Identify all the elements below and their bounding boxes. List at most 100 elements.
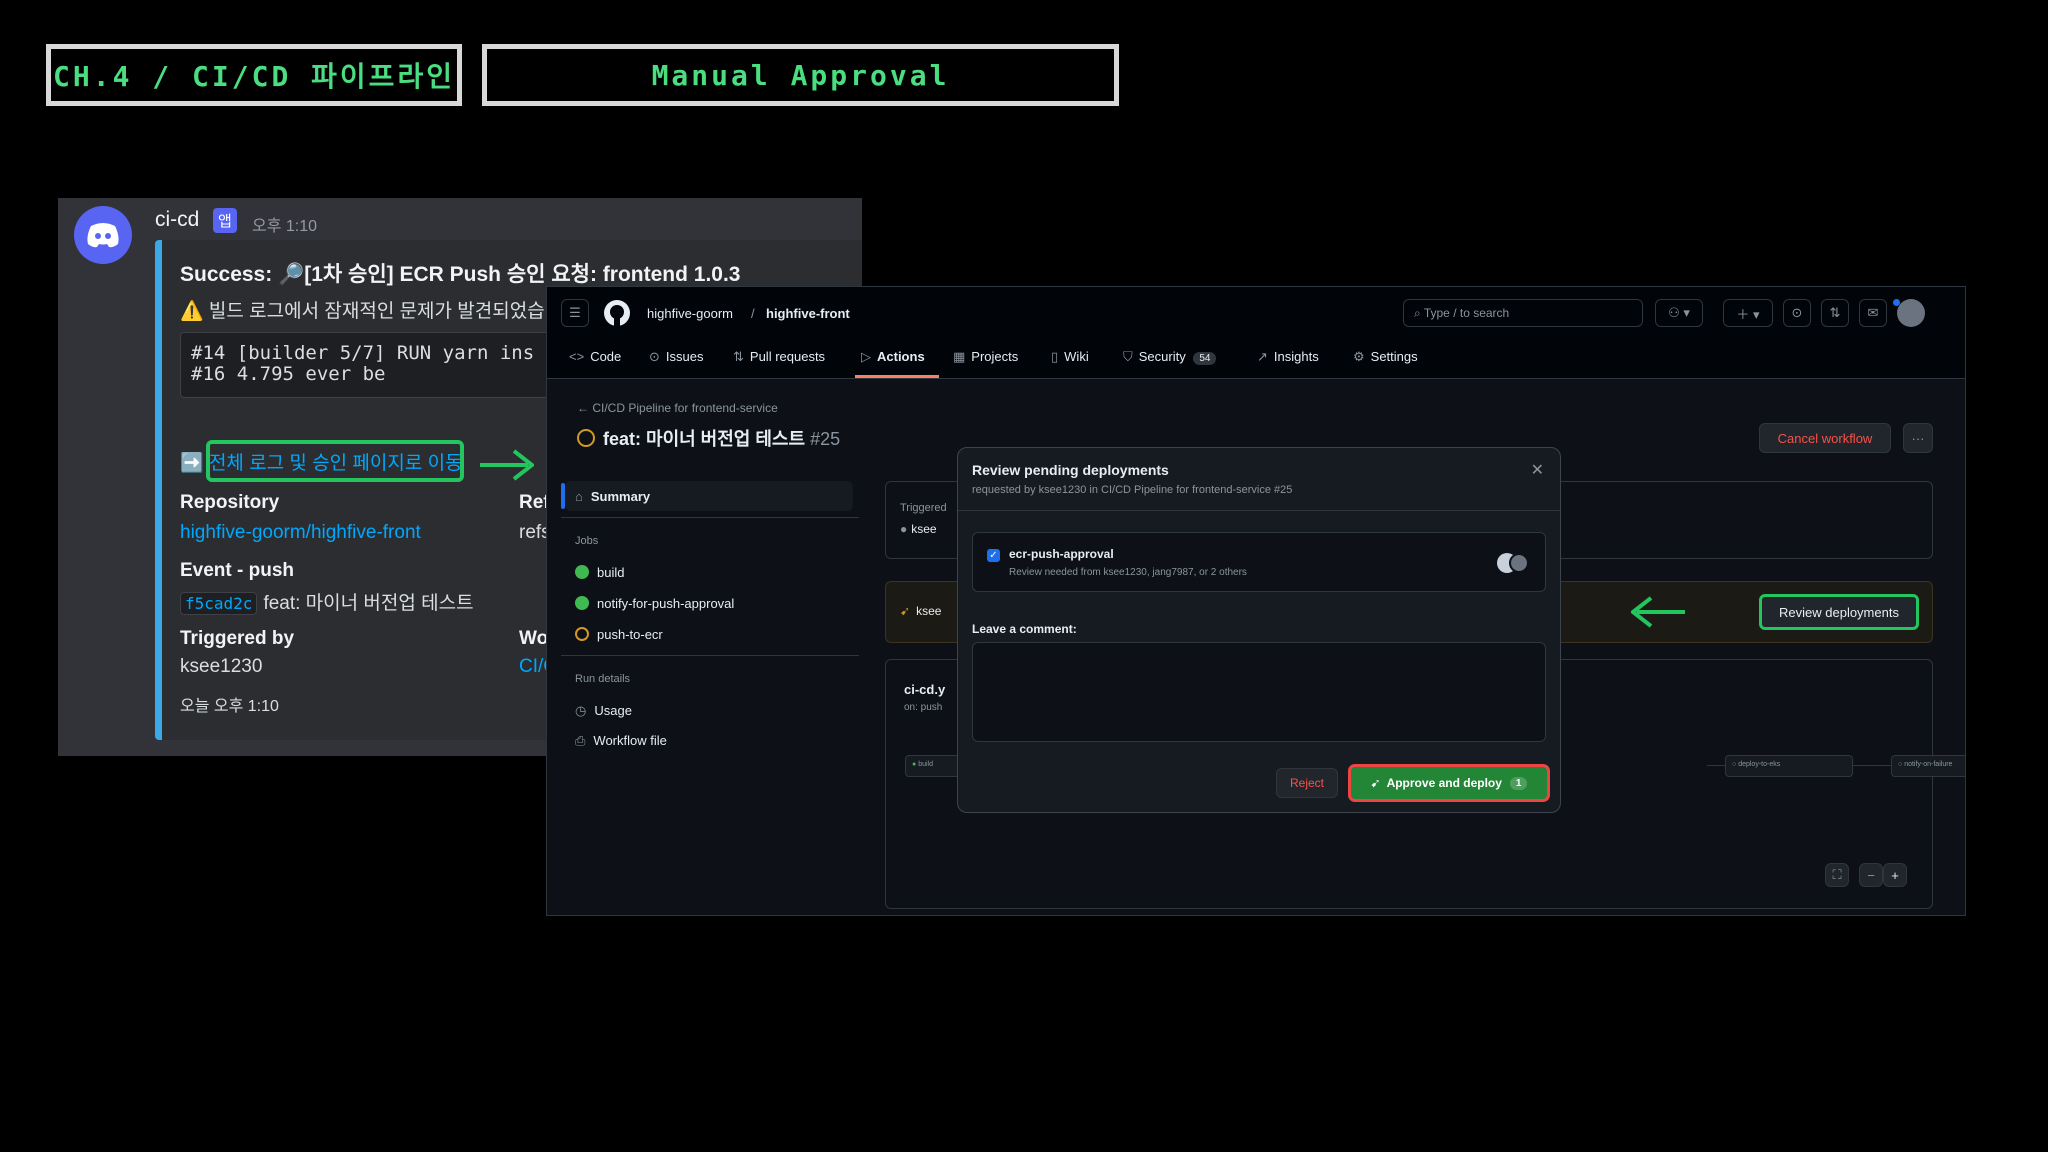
graph-edge (1853, 765, 1891, 766)
close-icon[interactable]: ✕ (1531, 460, 1544, 480)
search-placeholder: Type / to search (1423, 306, 1510, 320)
menu-icon[interactable]: ☰ (561, 299, 589, 327)
tab-pull-requests[interactable]: ⇅ Pull requests (733, 349, 825, 365)
bot-name[interactable]: ci-cd (155, 208, 199, 232)
approve-and-deploy-button[interactable]: ➹ Approve and deploy 1 (1348, 764, 1550, 802)
breadcrumb[interactable]: ← CI/CD Pipeline for frontend-service (577, 401, 778, 415)
fullscreen-button[interactable]: ⛶ (1825, 863, 1849, 887)
environment-reviewers: Review needed from ksee1230, jang7987, o… (1009, 567, 1247, 578)
graph-icon: ↗ (1257, 349, 1268, 364)
stopwatch-icon: ◷ (575, 703, 587, 718)
embed-warning: ⚠️ 빌드 로그에서 잠재적인 문제가 발견되었습니 (180, 301, 563, 322)
workflow-name: ci-cd.y (904, 682, 946, 697)
clock-icon (575, 627, 589, 641)
cancel-workflow-button[interactable]: Cancel workflow (1759, 423, 1891, 453)
triggered-value: ksee1230 (180, 656, 263, 677)
shield-icon: ⛉ (1123, 349, 1133, 364)
pending-user: ➹ ksee (900, 604, 942, 618)
topic-label: Manual Approval (482, 44, 1119, 106)
home-icon: ⌂ (575, 489, 583, 504)
issues-icon[interactable]: ⊙ (1783, 299, 1811, 327)
commit-hash[interactable]: f5cad2c (180, 592, 258, 615)
reject-button[interactable]: Reject (1276, 768, 1338, 798)
gear-icon: ⚙ (1353, 349, 1365, 364)
run-details-heading: Run details (575, 673, 631, 685)
sidebar-item-workflow-file[interactable]: ⎙ Workflow file (575, 733, 667, 749)
review-deployments-button[interactable]: Review deployments (1759, 594, 1919, 630)
event-label: Event - push (180, 560, 295, 581)
graph-node-build[interactable]: ● build (905, 755, 961, 777)
discord-logo-icon (87, 223, 119, 248)
github-logo-icon[interactable] (603, 299, 631, 327)
tab-actions[interactable]: ▷ Actions (861, 349, 925, 365)
message-time: 오후 1:10 (252, 218, 318, 235)
code-icon: <> (569, 349, 585, 364)
sidebar-item-push-to-ecr[interactable]: push-to-ecr (575, 627, 663, 642)
chapter-label: CH.4 / CI/CD 파이프라인 (46, 44, 462, 106)
github-window: ☰ highfive-goorm / highfive-front ⌕ Type… (546, 286, 1966, 916)
tab-projects[interactable]: ▦ Projects (953, 349, 1018, 365)
search-input[interactable]: ⌕ Type / to search (1403, 299, 1643, 327)
issue-icon: ⊙ (649, 349, 660, 364)
arrow-left-icon: ← (577, 401, 593, 415)
zoom-in-button[interactable]: + (1883, 863, 1907, 887)
tab-wiki[interactable]: ▯ Wiki (1051, 349, 1089, 365)
review-modal: Review pending deployments requested by … (957, 447, 1561, 813)
table-icon: ▦ (953, 349, 966, 364)
tab-issues[interactable]: ⊙ Issues (649, 349, 703, 365)
approve-count: 1 (1509, 776, 1528, 790)
zoom-out-button[interactable]: − (1859, 863, 1883, 887)
pull-request-icon: ⇅ (733, 349, 744, 364)
sidebar-item-notify[interactable]: notify-for-push-approval (575, 596, 734, 611)
divider (561, 655, 859, 656)
footer-time: 오늘 오후 1:10 (180, 698, 279, 715)
sidebar-item-build[interactable]: build (575, 565, 624, 580)
copilot-icon[interactable]: ⚇ ▾ (1655, 299, 1703, 327)
more-options-button[interactable]: ··· (1903, 423, 1933, 453)
sidebar-item-usage[interactable]: ◷ Usage (575, 703, 632, 719)
tab-code[interactable]: <> Code (569, 349, 621, 364)
tab-insights[interactable]: ↗ Insights (1257, 349, 1319, 365)
repo-name[interactable]: highfive-front (766, 306, 850, 321)
triggered-label: Triggered by (180, 628, 295, 649)
graph-edge (1707, 765, 1725, 766)
check-circle-icon (575, 565, 589, 579)
repo-link[interactable]: highfive-goorm/highfive-front (180, 522, 421, 544)
graph-node-notify-failure[interactable]: ○ notify-on-failure (1891, 755, 1965, 777)
pull-requests-icon[interactable]: ⇅ (1821, 299, 1849, 327)
book-icon: ▯ (1051, 349, 1059, 364)
jobs-heading: Jobs (575, 535, 599, 547)
triggered-user[interactable]: ● ksee (900, 522, 937, 536)
commit-line: f5cad2c feat: 마이너 버전업 테스트 (180, 588, 474, 615)
workflow-event: on: push (904, 702, 943, 713)
inbox-icon[interactable]: ✉ (1859, 299, 1887, 327)
page-title: feat: 마이너 버전업 테스트 #25 (577, 425, 840, 451)
file-icon: ⎙ (575, 733, 586, 748)
modal-title: Review pending deployments (972, 462, 1169, 478)
environment-option[interactable]: ✓ ecr-push-approval Review needed from k… (972, 532, 1546, 592)
arrow-head-right-icon (512, 449, 534, 481)
repo-separator: / (751, 306, 755, 321)
discord-avatar (74, 206, 132, 264)
link-highlight (206, 440, 464, 482)
tab-security[interactable]: ⛉ Security 54 (1123, 349, 1217, 365)
embed-title: Success: 🔎[1차 승인] ECR Push 승인 요청: fronte… (180, 263, 741, 286)
active-tab-indicator (855, 375, 939, 378)
triggered-label: Triggered (900, 502, 947, 514)
user-icon: ● (900, 522, 908, 536)
modal-subtitle: requested by ksee1230 in CI/CD Pipeline … (972, 484, 1293, 496)
app-badge: 앱 (213, 208, 237, 233)
comment-label: Leave a comment: (972, 622, 1077, 636)
environment-checkbox[interactable]: ✓ (987, 549, 1000, 562)
github-header: ☰ highfive-goorm / highfive-front ⌕ Type… (547, 287, 1965, 379)
create-new-icon[interactable]: ＋ ▾ (1723, 299, 1773, 327)
tab-settings[interactable]: ⚙ Settings (1353, 349, 1418, 365)
comment-textarea[interactable] (972, 642, 1546, 742)
rocket-icon: ➹ (1370, 776, 1381, 790)
sidebar-item-summary[interactable]: ⌂ Summary (575, 489, 650, 504)
commit-message: feat: 마이너 버전업 테스트 (263, 593, 474, 614)
repo-owner[interactable]: highfive-goorm (647, 306, 733, 321)
user-avatar[interactable] (1897, 299, 1925, 327)
check-circle-icon (575, 596, 589, 610)
graph-node-deploy[interactable]: ○ deploy-to-eks (1725, 755, 1853, 777)
